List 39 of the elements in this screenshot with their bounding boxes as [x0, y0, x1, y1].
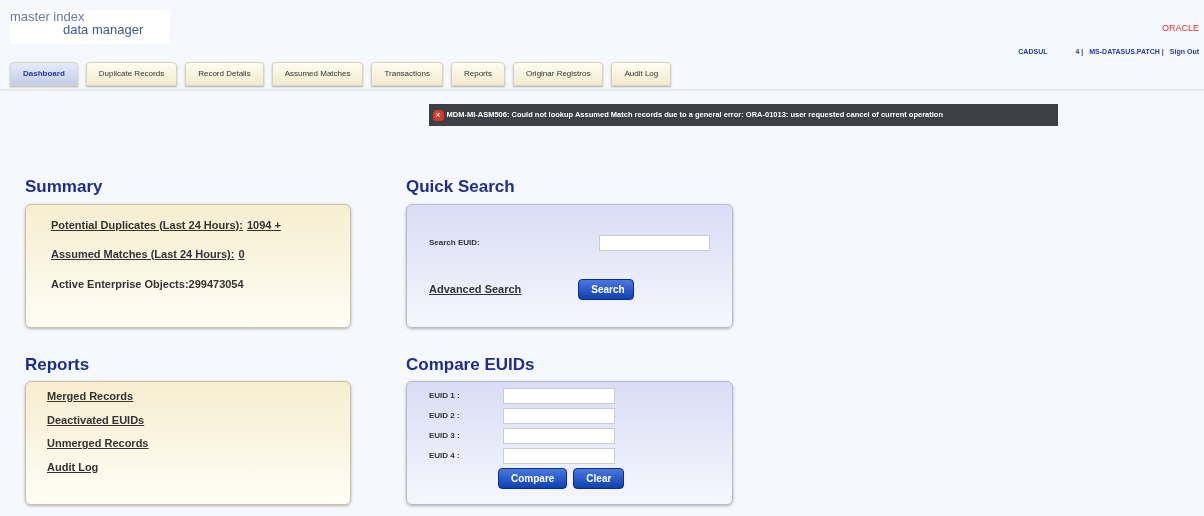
summary-text: Active Enterprise Objects:299473054: [51, 276, 245, 292]
logo-text: master index: [10, 10, 86, 23]
field-label: EUID 1 :: [429, 390, 461, 402]
euid-field[interactable]: [503, 408, 615, 424]
summary-link[interactable]: Potential Duplicates (Last 24 Hours):: [51, 216, 243, 233]
report-link[interactable]: Unmerged Records: [47, 435, 149, 452]
field-label: EUID 4 :: [429, 450, 461, 462]
euid-field[interactable]: [503, 428, 615, 444]
section-title: Summary: [25, 176, 104, 198]
error-icon: ×: [432, 109, 444, 121]
euid-field[interactable]: [503, 388, 615, 404]
section-title: Compare EUIDs: [406, 353, 536, 376]
report-link[interactable]: Merged Records: [47, 388, 134, 405]
advanced-search-link[interactable]: Advanced Search: [429, 280, 522, 298]
nav-tab[interactable]: Assumed Matches: [271, 62, 364, 86]
euid-search-field[interactable]: [599, 234, 710, 251]
nav-tab[interactable]: Audit Log: [611, 62, 672, 86]
nav-tab[interactable]: Record Details: [185, 62, 264, 86]
section-title: Quick Search: [406, 176, 516, 198]
report-link[interactable]: Audit Log: [47, 458, 99, 475]
logo-text: data manager: [62, 23, 145, 36]
nav-tab[interactable]: Originar Registros: [512, 62, 604, 86]
brand-logo: ORACLE: [1162, 22, 1199, 35]
field-label: EUID 2 :: [429, 410, 461, 422]
field-label: Search EUID:: [429, 236, 480, 249]
compare-button[interactable]: Compare: [498, 468, 568, 489]
search-button[interactable]: Search: [578, 278, 635, 300]
section-title: Reports: [25, 353, 91, 376]
summary-count-link[interactable]: 1094 +: [246, 216, 281, 233]
report-link[interactable]: Deactivated EUIDs: [47, 411, 145, 428]
summary-link[interactable]: Assumed Matches (Last 24 Hours):: [51, 246, 235, 263]
field-label: EUID 3 :: [429, 430, 461, 442]
nav-tab[interactable]: Dashboard: [10, 62, 78, 86]
nav-tab[interactable]: Reports: [450, 62, 505, 86]
summary-count-link[interactable]: 0: [238, 246, 245, 263]
euid-field[interactable]: [503, 448, 615, 464]
nav-tab[interactable]: Transactions: [371, 62, 443, 86]
nav-tab[interactable]: Duplicate Records: [85, 62, 178, 86]
clear-button[interactable]: Clear: [573, 468, 625, 489]
